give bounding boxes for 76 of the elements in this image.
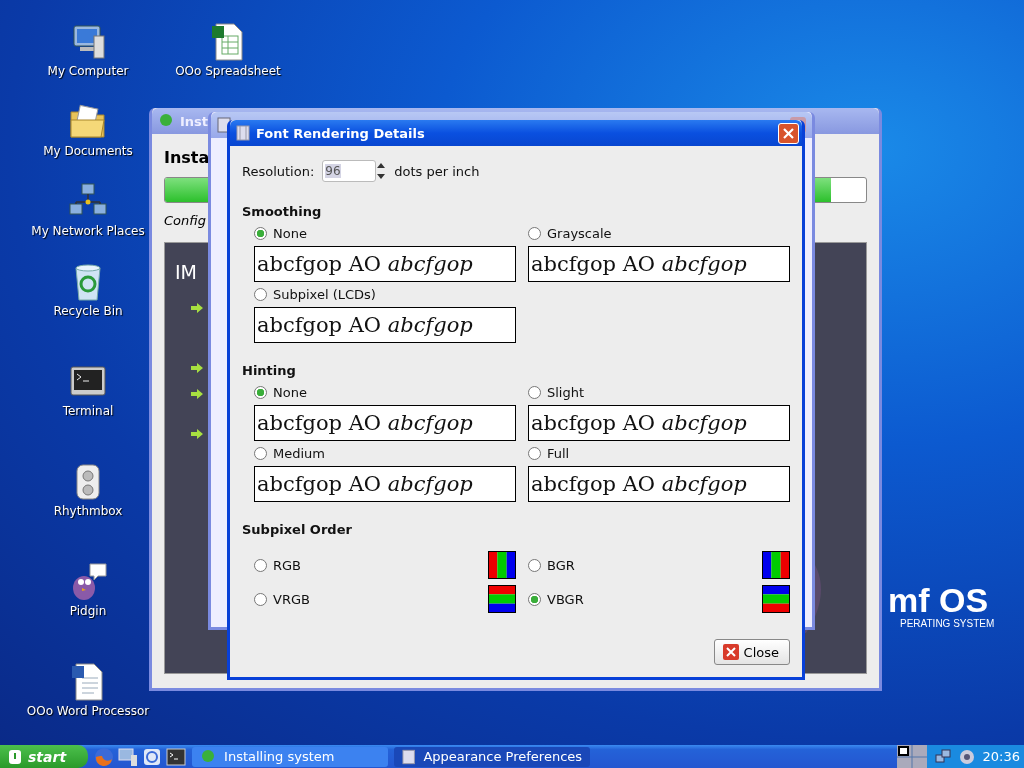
desktop-icon-label[interactable]: OOo Word Processor (26, 704, 150, 718)
computer-icon[interactable] (118, 746, 139, 767)
window-title: Font Rendering Details (256, 125, 426, 141)
radio-indicator[interactable] (254, 446, 267, 460)
radio-button[interactable]: VRGB (254, 589, 310, 609)
radio-button[interactable]: RGB (254, 555, 302, 575)
radio-button[interactable]: Medium (254, 443, 516, 463)
radio-indicator[interactable] (254, 592, 267, 606)
desktop-icon-label[interactable]: Rhythmbox (53, 504, 123, 518)
radio-button[interactable]: Subpixel (LCDs) (254, 284, 516, 304)
radio-indicator[interactable] (528, 385, 541, 399)
font-sample: abcfgop AO abcfgop (254, 246, 516, 282)
desktop-icon-label[interactable]: Recycle Bin (53, 304, 123, 318)
wallpaper-logo-subtitle: PERATING SYSTEM (900, 618, 995, 629)
font-sample: abcfgop AO abcfgop (528, 405, 790, 441)
volume-icon[interactable] (958, 748, 975, 765)
radio-button[interactable]: None (254, 382, 516, 402)
font-sample: abcfgop AO abcfgop (254, 466, 516, 502)
desktop-icon-label[interactable]: Pidgin (69, 604, 107, 618)
subpixel-order-icon (488, 551, 516, 579)
font-sample: abcfgop AO abcfgop (528, 466, 790, 502)
radio-indicator[interactable] (254, 385, 267, 399)
wallpaper-logo-text: mf OS (888, 582, 990, 618)
font-sample: abcfgop AO abcfgop (254, 307, 516, 343)
resolution-label: Resolution: (242, 163, 315, 179)
close-icon (722, 644, 739, 660)
close-button[interactable] (778, 122, 799, 144)
radio-indicator[interactable] (528, 446, 541, 460)
installer-heading: Insta (164, 148, 210, 167)
arrow-icon (191, 303, 203, 313)
subpixel-order-icon (762, 551, 790, 579)
document-icon (217, 117, 231, 133)
taskbar-button[interactable]: Appearance Preferences (394, 746, 591, 767)
subpixel-order-icon (762, 585, 790, 613)
terminal-icon[interactable] (166, 746, 187, 767)
radio-button[interactable]: Slight (528, 382, 790, 402)
taskbar-button[interactable]: Installing system (192, 746, 389, 767)
section-heading: Subpixel Order (242, 522, 353, 537)
section-heading: Hinting (242, 363, 297, 378)
clock[interactable]: 20:36 (982, 749, 1020, 764)
desktop-icon-label[interactable]: My Network Places (31, 224, 145, 238)
radio-button[interactable]: Grayscale (528, 223, 790, 243)
document-icon (236, 125, 250, 141)
arrow-icon (191, 389, 203, 399)
close-icon (782, 126, 795, 140)
desktop-icon-label[interactable]: Terminal (62, 404, 114, 418)
slide-title: IM (175, 261, 197, 283)
radio-indicator[interactable] (254, 558, 267, 572)
radio-indicator[interactable] (254, 226, 267, 240)
network-icon[interactable] (934, 748, 951, 765)
browser-icon[interactable] (142, 746, 163, 767)
section-heading: Smoothing (242, 204, 323, 219)
font-sample: abcfgop AO abcfgop (254, 405, 516, 441)
resolution-spinbox[interactable]: 96 (322, 160, 377, 182)
radio-button[interactable]: Full (528, 443, 790, 463)
desktop-icon-label[interactable]: OOo Spreadsheet (175, 64, 281, 78)
workspace-switcher-icon[interactable] (896, 745, 927, 768)
close-button[interactable]: Close (713, 639, 790, 665)
start-logo-icon (8, 748, 22, 765)
radio-indicator[interactable] (254, 287, 267, 301)
arrow-icon (191, 429, 203, 439)
radio-button[interactable]: BGR (528, 555, 575, 575)
radio-indicator[interactable] (528, 592, 541, 606)
radio-indicator[interactable] (528, 558, 541, 572)
subpixel-order-icon (488, 585, 516, 613)
desktop-icon-label[interactable]: My Computer (47, 64, 129, 78)
resolution-unit: dots per inch (394, 163, 480, 179)
radio-indicator[interactable] (528, 226, 541, 240)
radio-button[interactable]: VBGR (528, 589, 584, 609)
radio-button[interactable]: None (254, 223, 516, 243)
font-sample: abcfgop AO abcfgop (528, 246, 790, 282)
document-icon (402, 748, 416, 765)
desktop-icon-label[interactable]: My Documents (43, 144, 133, 158)
window-title: Inst (180, 113, 209, 129)
arrow-icon (191, 363, 203, 373)
status-text: Config (164, 213, 206, 228)
